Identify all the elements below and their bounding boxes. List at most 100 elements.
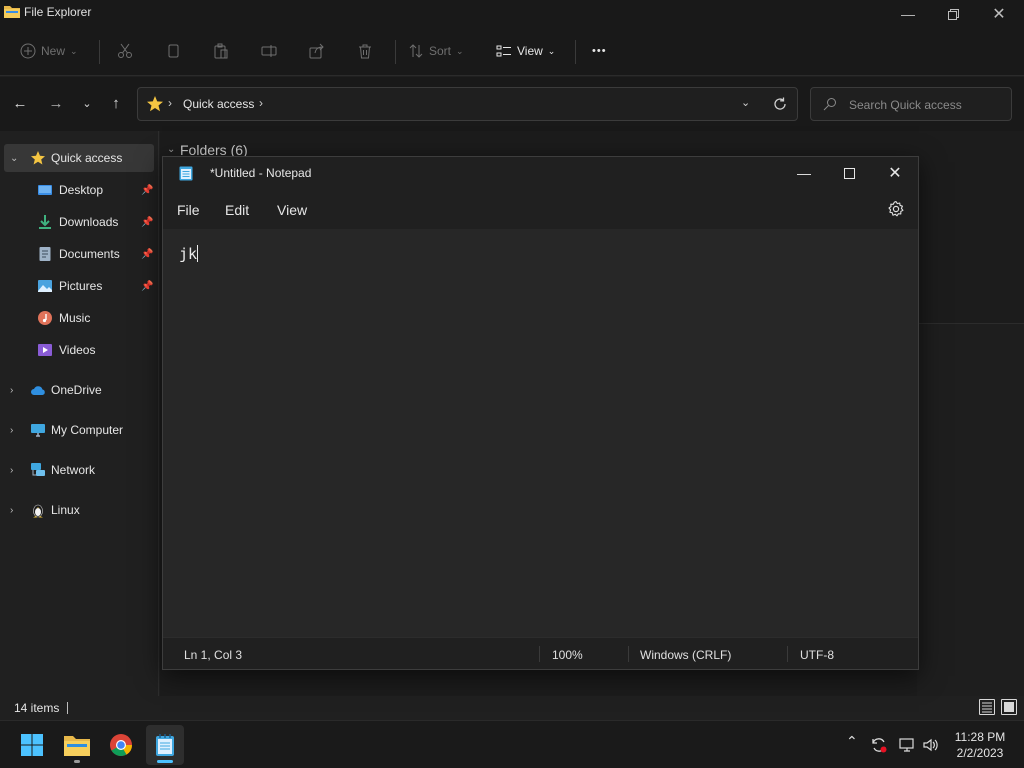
notepad-titlebar[interactable]: *Untitled - Notepad — ✕ [163,157,918,189]
taskbar-file-explorer[interactable] [58,725,96,765]
copy-button[interactable] [165,38,181,64]
pin-icon: 📌 [141,280,154,292]
clock[interactable]: 11:28 PM 2/2/2023 [950,729,1010,761]
sidebar-item-label: Network [51,463,96,477]
refresh-icon[interactable] [772,96,788,112]
arrow-right-icon: → [48,94,64,112]
sidebar-item-label: Videos [59,343,96,357]
sidebar-item-music[interactable]: Music [0,304,158,332]
music-icon [38,311,52,325]
chevron-down-icon: ⌄ [456,45,464,56]
network-icon [31,463,45,476]
sidebar-item-downloads[interactable]: Downloads 📌 [0,208,158,236]
volume-icon[interactable] [922,736,940,754]
chrome-icon [110,734,132,756]
paste-button[interactable] [213,38,229,64]
cursor-position: Ln 1, Col 3 [184,648,243,662]
menu-file[interactable]: File [177,202,200,218]
chevron-right-icon[interactable]: › [10,385,20,396]
file-explorer-icon [64,736,90,756]
chevron-right-icon[interactable]: › [10,505,20,516]
chevron-right-icon[interactable]: › [10,425,20,436]
sidebar-item-label: Downloads [59,215,119,229]
cut-button[interactable] [117,38,133,64]
sidebar-item-documents[interactable]: Documents 📌 [0,240,158,268]
linux-icon [33,504,43,518]
close-button[interactable]: ✕ [976,0,1022,28]
search-icon [823,98,836,111]
explorer-status-bar: 14 items [0,696,1024,720]
sidebar-item-network[interactable]: › Network [0,456,158,484]
restore-button[interactable] [930,0,976,28]
sort-icon [409,44,423,58]
more-options-button[interactable]: ••• [592,38,607,64]
pin-icon: 📌 [141,184,154,196]
minimize-icon: — [797,165,811,181]
share-button[interactable] [309,38,325,64]
network-status-icon[interactable] [898,736,916,754]
breadcrumb-quick-access[interactable]: Quick access [183,97,254,111]
navigation-pane: ⌄ Quick access Desktop 📌 Downloads 📌 Doc… [0,131,159,696]
text-editor[interactable]: jk [163,229,918,637]
maximize-icon [843,167,855,179]
back-button[interactable]: ← [10,93,30,113]
details-view-button[interactable] [979,699,995,715]
pin-icon: 📌 [141,216,154,228]
recent-locations-button[interactable]: ⌄ [77,93,97,113]
start-button[interactable] [13,725,51,765]
status-divider [787,646,788,662]
taskbar-notepad[interactable] [146,725,184,765]
new-label: New [41,44,66,58]
item-count: 14 items [14,701,60,715]
sort-button[interactable]: Sort ⌄ [408,38,464,64]
chevron-down-icon[interactable]: ⌄ [10,153,20,164]
chevron-down-icon[interactable]: ⌄ [167,144,175,155]
sidebar-item-pictures[interactable]: Pictures 📌 [0,272,158,300]
gear-icon[interactable] [887,200,905,218]
address-history-icon[interactable]: ⌄ [741,96,750,109]
running-indicator [74,760,80,763]
notepad-status-bar: Ln 1, Col 3 100% Windows (CRLF) UTF-8 [163,637,918,669]
navigation-bar: ← → ⌄ ↑ › Quick access › ⌄ [0,77,1024,131]
large-icons-view-button[interactable] [1001,699,1017,715]
sync-icon[interactable] [870,736,888,754]
notepad-close-button[interactable]: ✕ [872,157,918,189]
forward-button[interactable]: → [46,93,66,113]
rename-button[interactable] [261,38,277,64]
paste-icon [214,43,228,59]
sidebar-item-desktop[interactable]: Desktop 📌 [0,176,158,204]
sidebar-item-my-computer[interactable]: › My Computer [0,416,158,444]
chevron-down-icon: ⌄ [82,97,92,110]
search-box[interactable] [810,87,1012,121]
sidebar-item-videos[interactable]: Videos [0,336,158,364]
address-bar[interactable]: › Quick access › ⌄ [137,87,798,121]
sidebar-item-label: My Computer [51,423,124,437]
taskbar: ⌃ 11:28 PM 2/2/2023 [0,720,1024,768]
search-input[interactable] [849,96,1004,114]
delete-button[interactable] [357,38,373,64]
show-hidden-icons-button[interactable]: ⌃ [846,733,858,750]
chevron-right-icon[interactable]: › [10,465,20,476]
new-button[interactable]: New ⌄ [20,38,78,64]
sidebar-item-label: OneDrive [51,383,102,397]
editor-text: jk [179,245,199,263]
notepad-minimize-button[interactable]: — [781,157,827,189]
view-button[interactable]: View ⌄ [496,38,555,64]
start-icon [21,734,43,756]
sidebar-item-quick-access[interactable]: ⌄ Quick access [4,144,154,172]
notepad-window: *Untitled - Notepad — ✕ File Edit View j… [162,156,919,670]
sidebar-item-linux[interactable]: › Linux [0,496,158,524]
menu-view[interactable]: View [277,202,307,218]
minimize-button[interactable]: — [885,0,931,28]
clock-time: 11:28 PM [954,730,1006,744]
up-button[interactable]: ↑ [106,93,126,113]
sidebar-item-onedrive[interactable]: › OneDrive [0,376,158,404]
breadcrumb-chevron-icon[interactable]: › [259,96,263,110]
sidebar-item-label: Pictures [59,279,103,293]
sort-label: Sort [429,44,452,58]
plus-circle-icon [20,43,36,59]
menu-edit[interactable]: Edit [225,202,249,218]
toolbar-divider [395,40,396,64]
taskbar-chrome[interactable] [102,725,140,765]
notepad-maximize-button[interactable] [826,157,872,189]
